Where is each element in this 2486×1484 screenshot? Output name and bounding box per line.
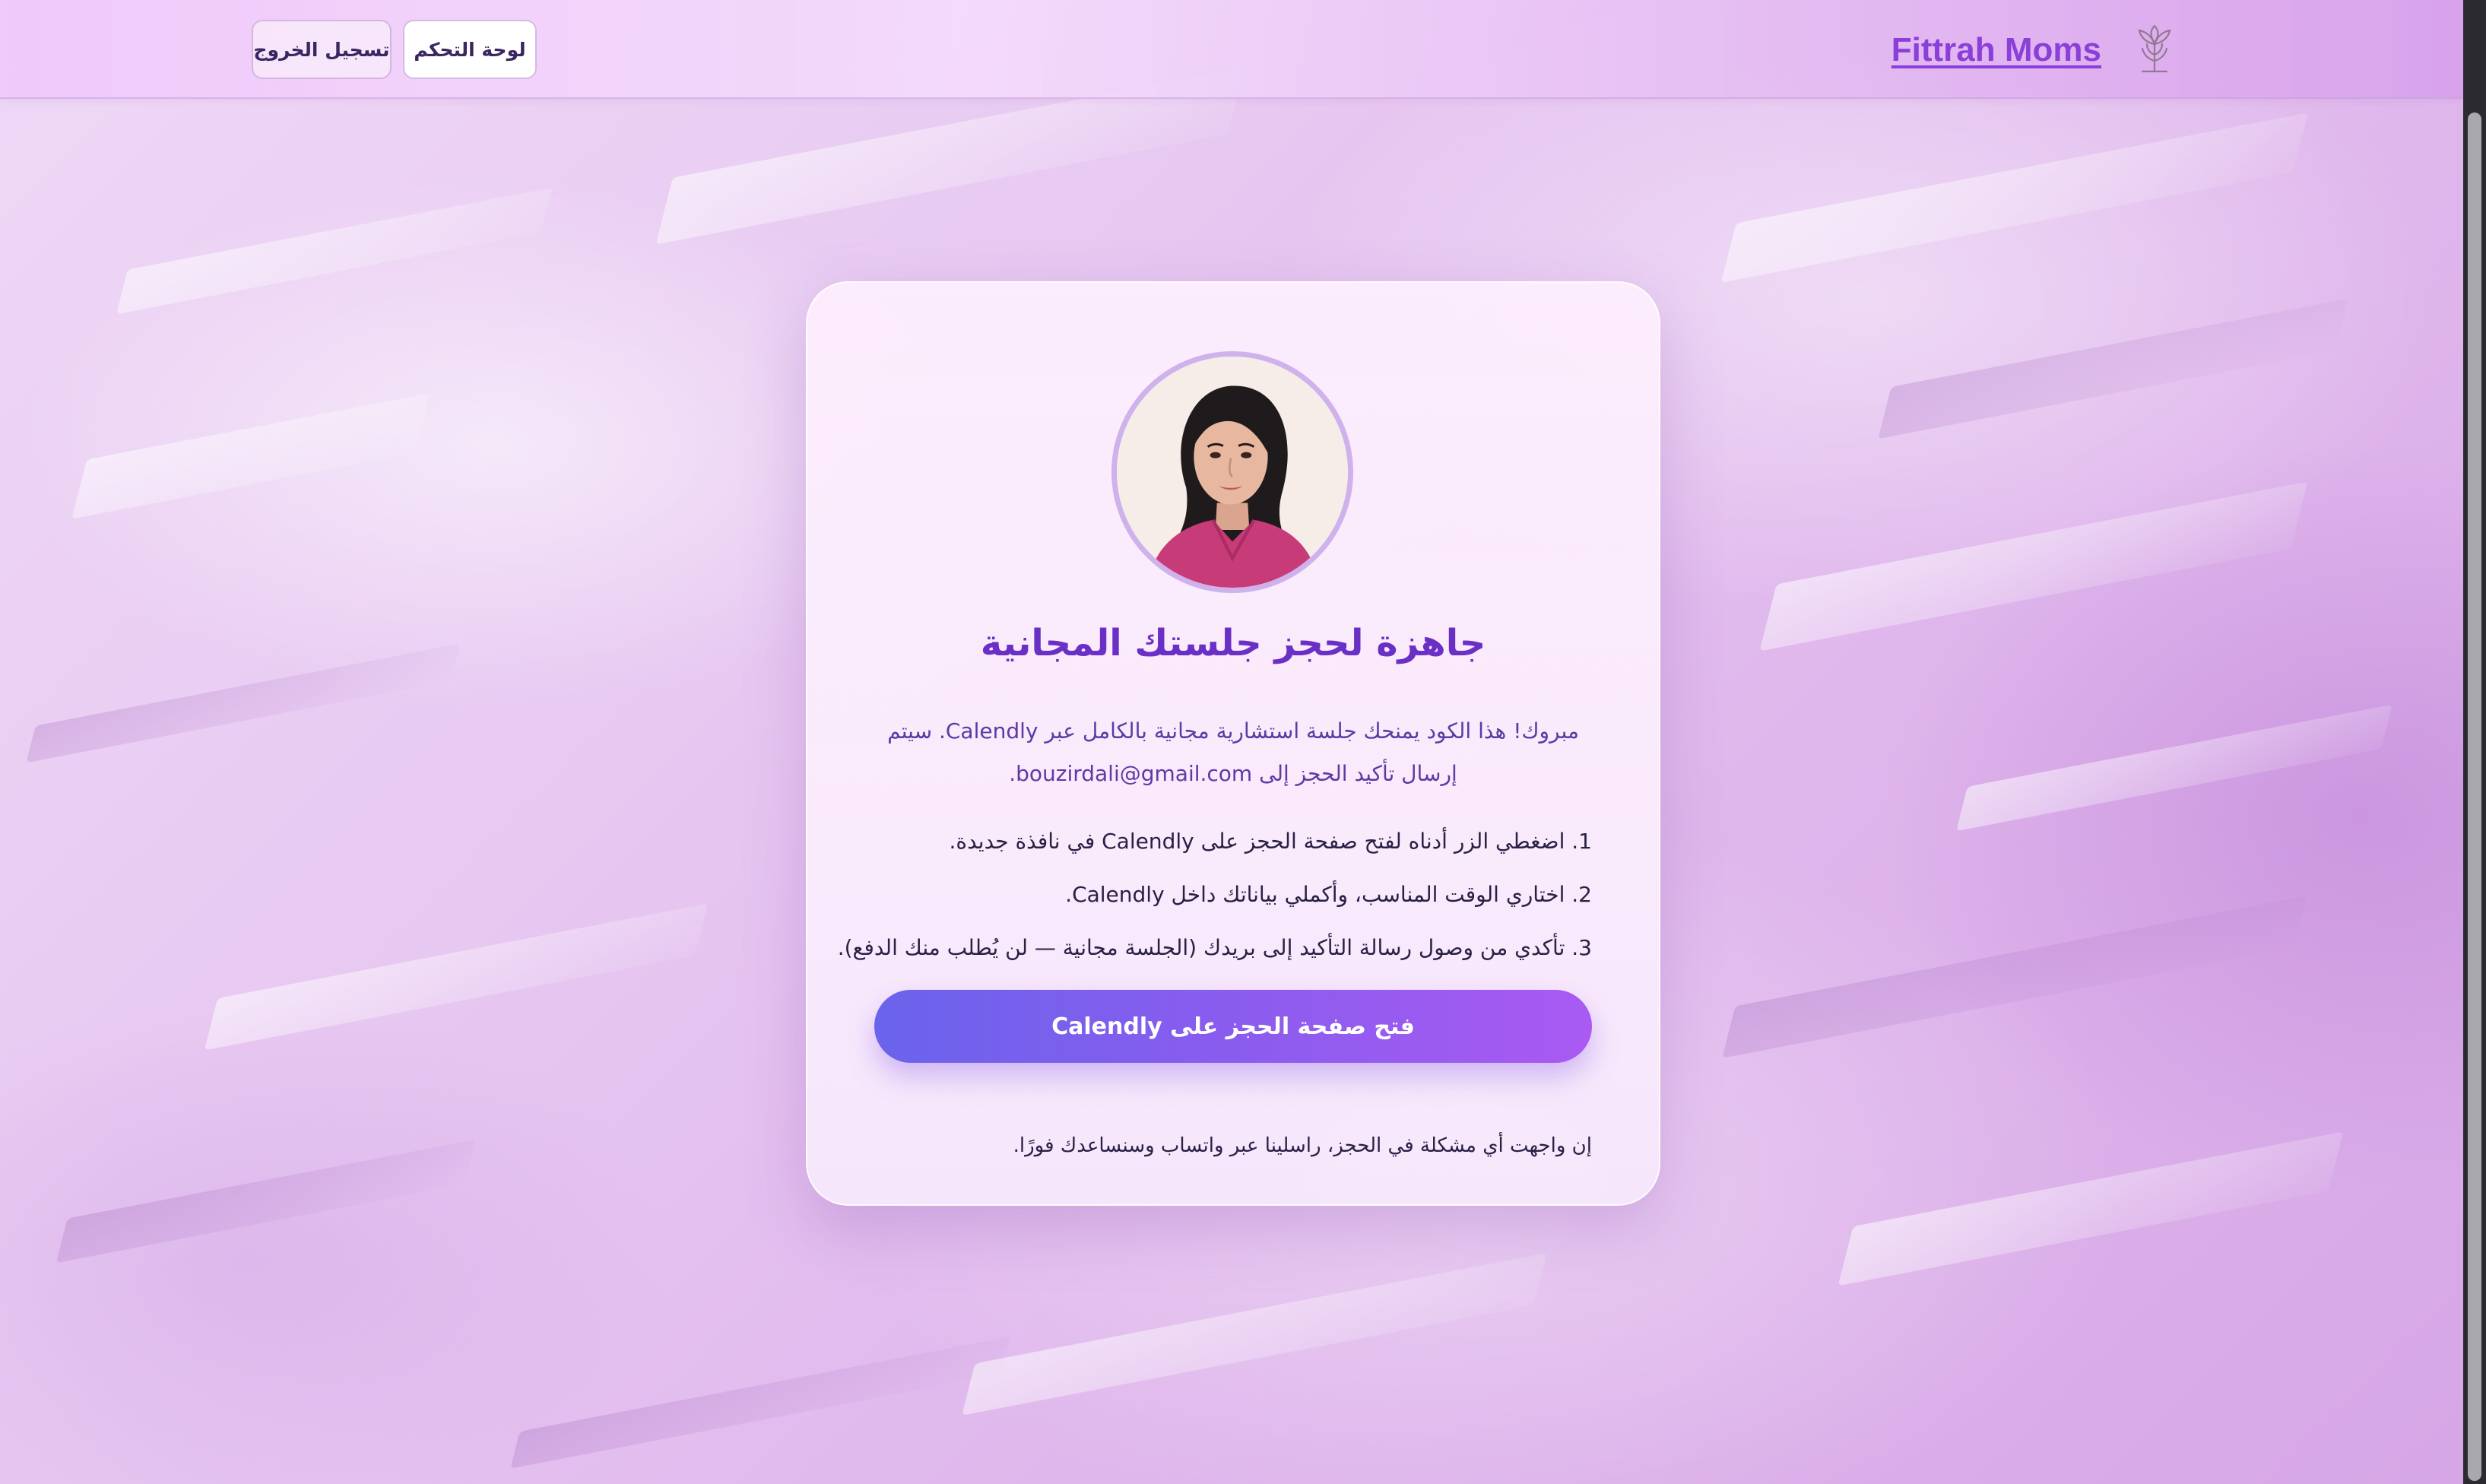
lotus-tree-logo-icon xyxy=(2127,21,2182,79)
step-item: 1. اضغطي الزر أدناه لفتح صفحة الحجز على … xyxy=(949,829,1592,854)
help-note: إن واجهت أي مشكلة في الحجز، راسلينا عبر … xyxy=(1013,1134,1592,1157)
top-navbar: Fittrah Moms لوحة التحكم تسجيل الخروج xyxy=(0,0,2463,99)
consultant-portrait-icon xyxy=(1117,357,1348,588)
dashboard-button[interactable]: لوحة التحكم xyxy=(403,20,537,79)
avatar xyxy=(1111,351,1353,593)
scrollbar-thumb[interactable] xyxy=(2468,113,2481,1481)
booking-card: جاهزة لحجز جلستك المجانية مبروك! هذا الك… xyxy=(806,281,1660,1206)
step-item: 3. تأكدي من وصول رسالة التأكيد إلى بريدك… xyxy=(837,935,1592,960)
logout-button[interactable]: تسجيل الخروج xyxy=(252,20,392,79)
brand-name-link[interactable]: Fittrah Moms xyxy=(1891,31,2101,69)
page-scrollbar[interactable] xyxy=(2463,0,2486,1484)
page-title: جاهزة لحجز جلستك المجانية xyxy=(980,622,1486,664)
open-calendly-button[interactable]: فتح صفحة الحجز على Calendly xyxy=(874,990,1592,1063)
booking-steps: 1. اضغطي الزر أدناه لفتح صفحة الحجز على … xyxy=(837,815,1592,975)
congrats-description: مبروك! هذا الكود يمنحك جلسة استشارية مجا… xyxy=(887,718,1579,786)
step-item: 2. اختاري الوقت المناسب، وأكملي بياناتك … xyxy=(1065,882,1592,907)
brand[interactable]: Fittrah Moms xyxy=(1891,21,2182,79)
